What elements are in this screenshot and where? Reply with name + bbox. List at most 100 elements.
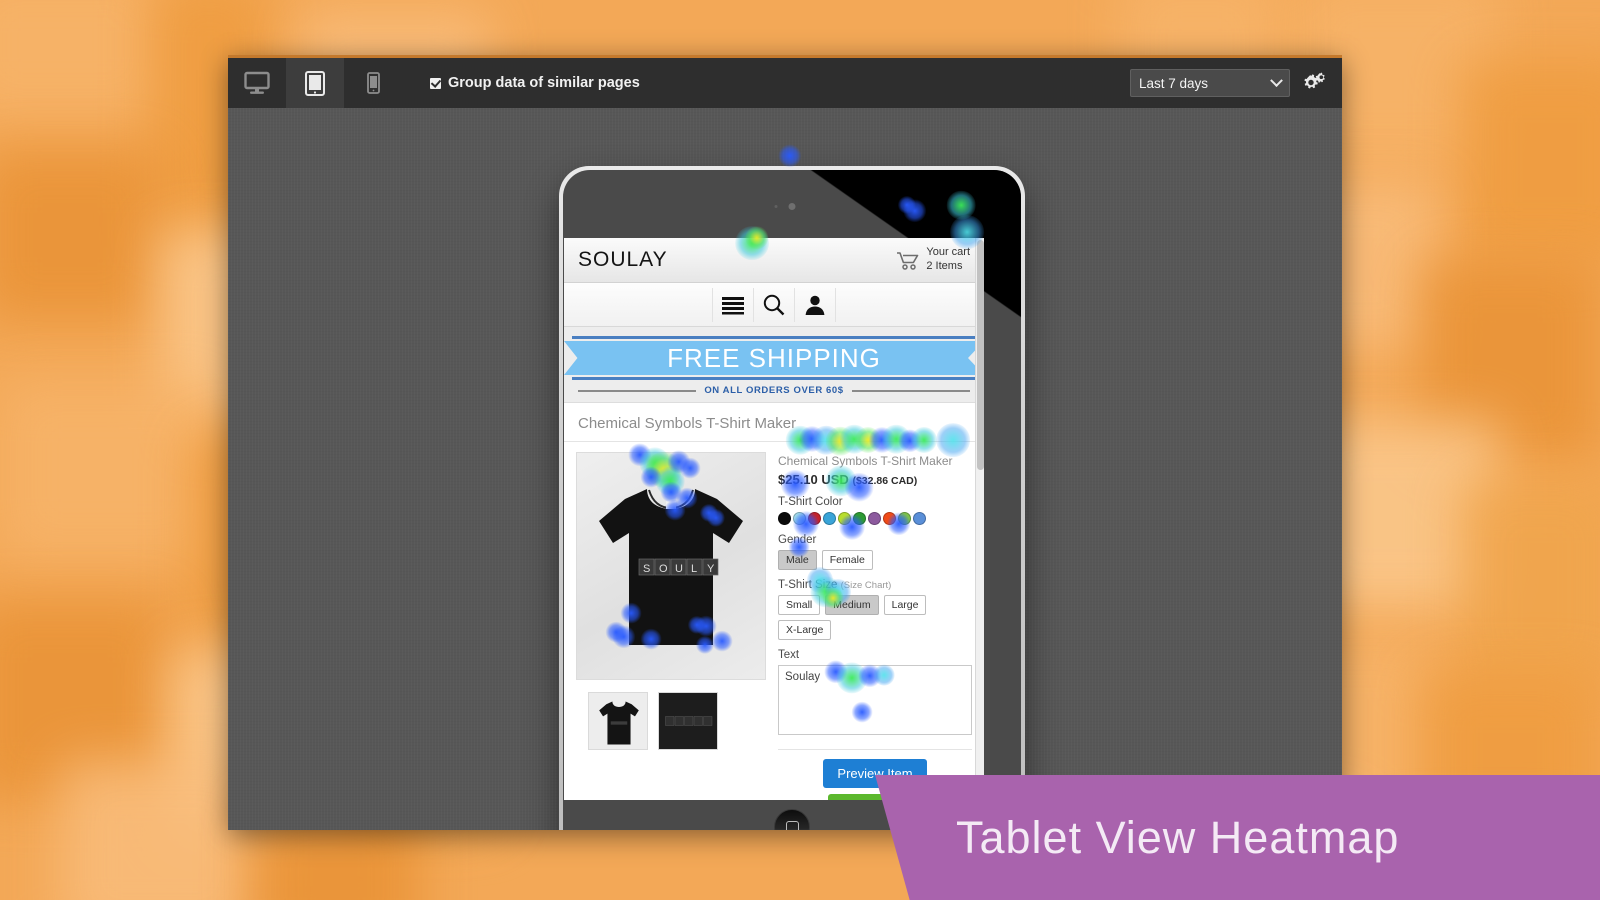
gender-option-male[interactable]: Male — [778, 550, 817, 570]
color-swatch-4[interactable] — [838, 512, 851, 525]
heatmap-point — [778, 144, 802, 168]
device-toggle-tablet[interactable] — [286, 58, 344, 108]
backdrop-block — [1460, 480, 1600, 690]
promo-rule-top — [572, 336, 976, 339]
color-swatch-1[interactable] — [793, 512, 806, 525]
product-thumbnails — [576, 680, 766, 750]
nav-search-button[interactable] — [753, 287, 795, 322]
color-swatch-0[interactable] — [778, 512, 791, 525]
cart-line-2: 2 Items — [926, 260, 963, 272]
page-scrollbar[interactable] — [975, 238, 984, 800]
page-viewport: SOULAY Your cart 2 Items FREE SHIPPING O… — [564, 238, 984, 800]
group-similar-pages-label: Group data of similar pages — [448, 75, 640, 91]
site-nav-icons — [564, 283, 984, 327]
account-icon — [805, 295, 825, 315]
device-toggle-desktop[interactable] — [228, 58, 286, 108]
product-name: Chemical Symbols T-Shirt Maker — [778, 454, 953, 468]
promo-subtitle-row: ON ALL ORDERS OVER 60$ — [564, 380, 984, 396]
thumbnail-print-detail[interactable] — [658, 692, 718, 750]
gender-label: Gender — [778, 534, 817, 546]
promo-title: FREE SHIPPING — [667, 342, 881, 373]
svg-text:L: L — [691, 563, 697, 575]
preview-canvas: SOULAY Your cart 2 Items FREE SHIPPING O… — [228, 108, 1342, 830]
home-button[interactable] — [774, 809, 810, 830]
product-options: Chemical Symbols T-Shirt Maker $25.10 US… — [778, 452, 972, 800]
thumbnail-front[interactable] — [588, 692, 648, 750]
size-label: T-Shirt Size — [778, 579, 838, 591]
settings-button[interactable] — [1300, 71, 1326, 95]
product-price: $25.10 USD ($32.86 CAD) — [778, 472, 972, 487]
gender-option-female[interactable]: Female — [821, 550, 873, 570]
color-label: T-Shirt Color — [778, 496, 843, 508]
caption-banner: Tablet View Heatmap — [875, 775, 1600, 900]
tshirt-thumb-icon — [599, 701, 639, 745]
price-usd: $25.10 USD — [778, 472, 849, 487]
product-main-image[interactable]: S O U L Y — [576, 452, 766, 680]
color-swatches — [778, 512, 972, 525]
device-toggle-mobile[interactable] — [344, 58, 402, 108]
print-detail-icon — [665, 716, 713, 726]
color-swatch-7[interactable] — [883, 512, 896, 525]
search-icon — [763, 294, 785, 315]
gender-options: Male Female — [778, 550, 972, 570]
shirt-print-tiles: S O U L Y — [638, 558, 719, 576]
svg-text:Y: Y — [707, 563, 715, 575]
scrollbar-thumb[interactable] — [977, 240, 984, 470]
text-label: Text — [778, 649, 800, 661]
rule-right — [851, 389, 970, 392]
backdrop-block — [0, 150, 160, 320]
color-swatch-6[interactable] — [868, 512, 881, 525]
camera-icon — [788, 203, 796, 210]
price-cad: ($32.86 CAD) — [852, 475, 918, 487]
page-title: Chemical Symbols T-Shirt Maker — [564, 403, 984, 442]
svg-text:S: S — [643, 563, 650, 575]
shopping-cart-icon — [897, 251, 919, 270]
rule-left — [578, 389, 697, 392]
checkbox-box — [430, 77, 441, 89]
tablet-icon — [305, 70, 325, 96]
mobile-icon — [366, 72, 380, 94]
size-label-row: T-Shirt Size (Size Chart) — [778, 579, 972, 591]
cart-text: Your cart 2 Items — [926, 246, 970, 274]
date-range-value: Last 7 days — [1139, 75, 1209, 91]
nav-menu-button[interactable] — [712, 287, 754, 322]
size-option-x-large[interactable]: X-Large — [778, 620, 832, 640]
nav-account-button[interactable] — [794, 287, 836, 322]
tablet-device-frame: SOULAY Your cart 2 Items FREE SHIPPING O… — [559, 166, 1025, 830]
size-options: Small Medium Large X-Large — [778, 595, 972, 640]
product-detail: S O U L Y Chemical Symbols T-Shirt Maker… — [564, 442, 984, 800]
color-swatch-9[interactable] — [913, 512, 926, 525]
custom-text-input[interactable] — [778, 665, 972, 735]
toolbar-right-group: Last 7 days — [1130, 69, 1342, 97]
promo-banner: FREE SHIPPING ON ALL ORDERS OVER 60$ — [564, 327, 984, 403]
promo-subtitle: ON ALL ORDERS OVER 60$ — [704, 385, 844, 396]
color-swatch-2[interactable] — [808, 512, 821, 525]
size-chart-link[interactable]: (Size Chart) — [841, 580, 892, 591]
backdrop-block — [0, 380, 220, 560]
group-similar-pages-checkbox[interactable]: Group data of similar pages — [430, 75, 640, 91]
tshirt-illustration: S O U L Y — [599, 489, 743, 645]
color-swatch-8[interactable] — [898, 512, 911, 525]
site-header: SOULAY Your cart 2 Items — [564, 238, 984, 283]
cart-line-1: Your cart — [926, 246, 970, 259]
tablet-bezel: SOULAY Your cart 2 Items FREE SHIPPING O… — [563, 170, 1021, 830]
svg-text:U: U — [675, 563, 683, 575]
gears-icon — [1304, 72, 1325, 89]
menu-icon — [722, 296, 744, 314]
backdrop-block — [0, 0, 170, 120]
svg-text:O: O — [659, 563, 668, 575]
size-option-medium[interactable]: Medium — [825, 595, 879, 615]
color-swatch-5[interactable] — [853, 512, 866, 525]
size-option-large[interactable]: Large — [883, 595, 927, 615]
chevron-down-icon — [1270, 73, 1283, 87]
promo-ribbon: FREE SHIPPING — [564, 341, 984, 375]
toolbar: Group data of similar pages Last 7 days — [228, 55, 1342, 108]
cart-link[interactable]: Your cart 2 Items — [896, 246, 970, 274]
color-swatch-3[interactable] — [823, 512, 836, 525]
brand-logo[interactable]: SOULAY — [578, 248, 668, 272]
product-gallery: S O U L Y — [576, 452, 766, 800]
app-window: Group data of similar pages Last 7 days — [228, 55, 1342, 830]
date-range-select[interactable]: Last 7 days — [1130, 69, 1290, 97]
size-option-small[interactable]: Small — [778, 595, 821, 615]
backdrop-block — [1460, 60, 1600, 260]
